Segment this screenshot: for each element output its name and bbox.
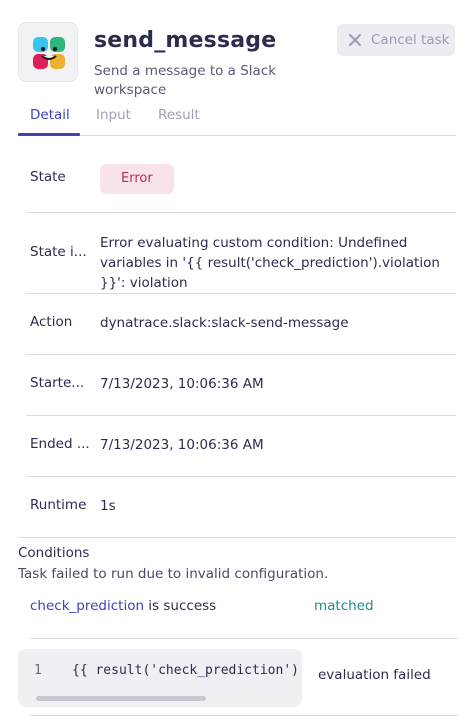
condition-bottom-divider (30, 715, 458, 716)
detail-row-ended: Ended ... 7/13/2023, 10:06:36 AM (26, 416, 456, 477)
active-tab-indicator (18, 133, 80, 136)
predecessor-task-link[interactable]: check_prediction (30, 598, 144, 614)
tab-bar: Detail Input Result (18, 104, 456, 136)
tab-input[interactable]: Input (96, 107, 131, 123)
tab-result[interactable]: Result (158, 107, 200, 123)
cancel-task-label: Cancel task (371, 32, 450, 48)
ended-label: Ended ... (30, 436, 90, 452)
close-icon (347, 32, 363, 48)
code-line-number: 1 (34, 663, 42, 678)
custom-condition-code[interactable]: 1 {{ result('check_prediction').violatio… (18, 649, 302, 707)
detail-row-state-info: State i... Error evaluating custom condi… (26, 213, 456, 294)
condition-divider (30, 638, 458, 639)
tab-detail[interactable]: Detail (30, 107, 70, 123)
state-info-label: State i... (30, 244, 87, 260)
detail-row-runtime: Runtime 1s (26, 477, 456, 538)
detail-row-started: Starte... 7/13/2023, 10:06:36 AM (26, 355, 456, 416)
action-value: dynatrace.slack:slack-send-message (100, 315, 349, 331)
action-label: Action (30, 314, 73, 330)
conditions-description: Task failed to run due to invalid config… (18, 566, 329, 582)
page-subtitle: Send a message to a Slack workspace (94, 63, 277, 98)
state-info-value: Error evaluating custom condition: Undef… (100, 235, 440, 291)
ended-value: 7/13/2023, 10:06:36 AM (100, 437, 264, 453)
state-value: Error (100, 164, 174, 194)
started-label: Starte... (30, 375, 85, 391)
custom-condition-status: evaluation failed (318, 667, 431, 683)
slack-icon (18, 22, 78, 82)
started-value: 7/13/2023, 10:06:36 AM (100, 376, 264, 392)
conditions-section: Conditions Task failed to run due to inv… (18, 545, 458, 716)
section-divider (18, 537, 456, 538)
conditions-title: Conditions (18, 545, 90, 561)
code-horizontal-scrollbar[interactable] (36, 696, 206, 701)
status-badge: Error (100, 164, 174, 194)
predecessor-status: matched (314, 598, 374, 614)
runtime-label: Runtime (30, 497, 87, 513)
cancel-task-button[interactable]: Cancel task (337, 24, 455, 56)
detail-list: State Error State i... Error evaluating … (26, 148, 456, 538)
task-header: send_message Send a message to a Slack w… (18, 22, 458, 102)
code-text: {{ result('check_prediction').violation … (72, 663, 302, 678)
runtime-value: 1s (100, 498, 116, 514)
detail-row-state: State Error (26, 148, 456, 213)
page-title: send_message (94, 28, 277, 53)
predecessor-condition-text: is success (144, 598, 217, 614)
predecessor-condition: check_prediction is success matched (30, 598, 458, 614)
state-label: State (30, 169, 66, 185)
detail-row-action: Action dynatrace.slack:slack-send-messag… (26, 294, 456, 355)
